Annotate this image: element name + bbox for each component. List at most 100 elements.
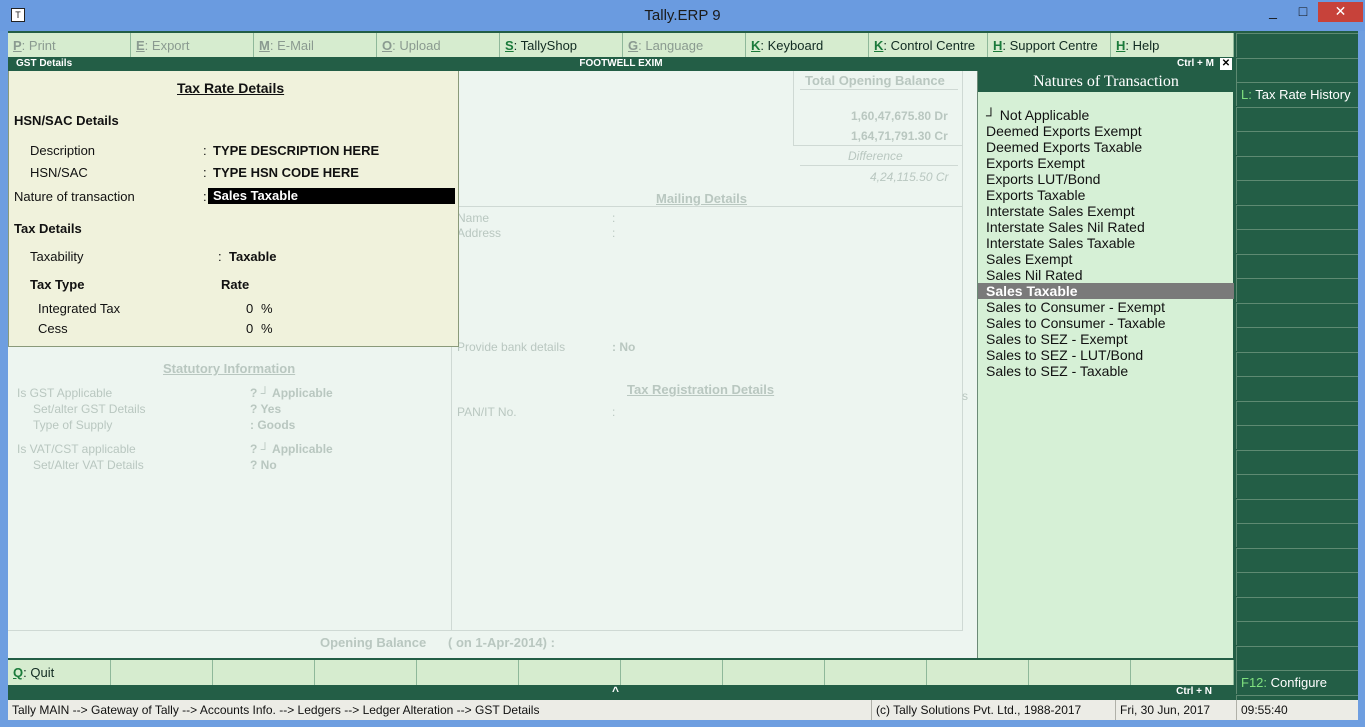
bottom-bar-button[interactable] xyxy=(723,660,825,685)
right-panel-button[interactable] xyxy=(1236,33,1358,57)
right-panel-button[interactable] xyxy=(1236,327,1358,351)
right-panel-button[interactable] xyxy=(1236,449,1358,474)
cess-unit: % xyxy=(261,321,273,336)
close-screen-icon[interactable]: ✕ xyxy=(1220,58,1232,70)
stray-text: s xyxy=(962,389,968,403)
bottom-bar-button[interactable] xyxy=(417,660,519,685)
bottom-bar-button[interactable] xyxy=(315,660,417,685)
right-panel-button[interactable] xyxy=(1236,57,1358,82)
quit-button[interactable]: Q: Quit xyxy=(8,660,111,685)
right-panel-button[interactable] xyxy=(1236,498,1358,523)
nature-list-item[interactable]: Deemed Exports Exempt xyxy=(986,123,1142,139)
breadcrumb: Tally MAIN --> Gateway of Tally --> Acco… xyxy=(12,703,540,717)
topbar-button[interactable]: K: Keyboard xyxy=(746,33,869,58)
hsn-sac-field[interactable]: TYPE HSN CODE HERE xyxy=(213,165,359,180)
nature-list-item[interactable]: Interstate Sales Exempt xyxy=(986,203,1135,219)
right-panel-button[interactable] xyxy=(1236,645,1358,670)
right-panel-button[interactable] xyxy=(1236,253,1358,278)
topbar-button[interactable]: H: Support Centre xyxy=(988,33,1111,58)
minimize-button[interactable]: _ xyxy=(1258,2,1288,22)
right-panel-button[interactable] xyxy=(1236,131,1358,155)
nature-list-item[interactable]: Sales Taxable xyxy=(978,283,1234,299)
close-window-button[interactable]: ✕ xyxy=(1318,2,1363,22)
bottom-bar-button[interactable] xyxy=(213,660,315,685)
right-panel-button[interactable] xyxy=(1236,547,1358,572)
right-panel-button[interactable] xyxy=(1236,278,1358,302)
topbar-button[interactable]: K: Control Centre xyxy=(869,33,988,58)
ctrl-n-hint: Ctrl + N xyxy=(1176,686,1212,697)
bottom-bar-button[interactable] xyxy=(621,660,723,685)
right-panel-button[interactable] xyxy=(1236,376,1358,400)
right-panel-button[interactable] xyxy=(1236,425,1358,449)
right-panel-button[interactable] xyxy=(1236,180,1358,204)
bottom-bar-button[interactable] xyxy=(927,660,1029,685)
nature-list-item[interactable]: Interstate Sales Taxable xyxy=(986,235,1135,251)
name-colon: : xyxy=(612,211,616,225)
bottom-bar-button[interactable] xyxy=(519,660,621,685)
right-panel-button[interactable] xyxy=(1236,106,1358,131)
quit-label: : Quit xyxy=(23,665,55,680)
topbar-button[interactable]: P: Print xyxy=(8,33,131,58)
right-panel-button[interactable] xyxy=(1236,523,1358,547)
nature-of-transaction-field[interactable]: Sales Taxable xyxy=(208,188,455,204)
right-panel-button[interactable] xyxy=(1236,474,1358,498)
nature-list-item[interactable]: Exports Taxable xyxy=(986,187,1085,203)
right-panel-button[interactable] xyxy=(1236,302,1358,327)
nature-list-item[interactable]: Sales Nil Rated xyxy=(986,267,1083,283)
nature-list-item[interactable]: Sales to Consumer - Taxable xyxy=(986,315,1166,331)
nature-list-item[interactable]: Exports LUT/Bond xyxy=(986,171,1100,187)
nature-list-item[interactable]: Deemed Exports Taxable xyxy=(986,139,1142,155)
name-label: Name xyxy=(457,211,490,225)
bottom-bar-button[interactable] xyxy=(825,660,927,685)
cess-rate[interactable]: 0 xyxy=(246,321,253,336)
bottom-bar-button[interactable] xyxy=(1131,660,1234,685)
taxability-field[interactable]: Taxable xyxy=(229,249,276,264)
natures-list-title: Natures of Transaction xyxy=(978,71,1234,92)
topbar-button[interactable]: G: Language xyxy=(623,33,746,58)
rate-header: Rate xyxy=(221,277,250,292)
nature-list-item[interactable]: Exports Exempt xyxy=(986,155,1085,171)
nature-list-item[interactable]: ┘ Not Applicable xyxy=(986,107,1089,123)
nature-list-item[interactable]: Sales to Consumer - Exempt xyxy=(986,299,1165,315)
topbar-button[interactable]: O: Upload xyxy=(377,33,500,58)
tax-rate-history-button[interactable]: L: Tax Rate History xyxy=(1236,82,1358,106)
configure-button[interactable]: F12: Configure xyxy=(1236,670,1358,694)
chevron-up-icon[interactable]: ^ xyxy=(612,684,619,698)
vat-applicable-label: Is VAT/CST applicable xyxy=(17,442,136,456)
right-panel-button[interactable] xyxy=(1236,400,1358,425)
difference-label: Difference xyxy=(848,149,903,163)
vat-applicable-value: ? ┘ Applicable xyxy=(250,442,333,456)
bottom-bar-button[interactable] xyxy=(111,660,213,685)
right-panel-button[interactable] xyxy=(1236,621,1358,645)
right-panel-button[interactable] xyxy=(1236,229,1358,253)
address-label: Address xyxy=(457,226,502,240)
integrated-tax-rate[interactable]: 0 xyxy=(246,301,253,316)
integrated-tax-unit: % xyxy=(261,301,273,316)
topbar-button[interactable]: E: Export xyxy=(131,33,254,58)
divider xyxy=(962,71,963,631)
nature-list-item[interactable]: Sales to SEZ - LUT/Bond xyxy=(986,347,1143,363)
shortcut-key: O xyxy=(382,38,393,53)
button-label: : Support Centre xyxy=(1002,38,1098,53)
right-panel-button[interactable] xyxy=(1236,204,1358,229)
bottom-bar-button[interactable] xyxy=(1029,660,1131,685)
right-panel-button[interactable] xyxy=(1236,572,1358,596)
topbar-button[interactable]: M: E-Mail xyxy=(254,33,377,58)
total-opening-balance-label: Total Opening Balance xyxy=(805,73,945,88)
right-panel-button[interactable] xyxy=(1236,351,1358,376)
topbar-button[interactable]: H: Help xyxy=(1111,33,1234,58)
description-field[interactable]: TYPE DESCRIPTION HERE xyxy=(213,143,379,158)
company-name: FOOTWELL EXIM xyxy=(579,58,663,69)
nature-list-item[interactable]: Sales Exempt xyxy=(986,251,1072,267)
nature-list-item[interactable]: Interstate Sales Nil Rated xyxy=(986,219,1145,235)
maximize-button[interactable]: □ xyxy=(1288,2,1318,22)
topbar-button[interactable]: S: TallyShop xyxy=(500,33,623,58)
nature-list-item[interactable]: Sales to SEZ - Taxable xyxy=(986,363,1128,379)
nature-list-item[interactable]: Sales to SEZ - Exempt xyxy=(986,331,1128,347)
tax-rate-details-panel: Tax Rate Details HSN/SAC Details Descrip… xyxy=(8,71,459,347)
gst-applicable-label: Is GST Applicable xyxy=(17,386,113,400)
right-panel-button[interactable] xyxy=(1236,596,1358,621)
difference-value: 4,24,115.50 Cr xyxy=(870,170,949,184)
nature-of-transaction-label: Nature of transaction xyxy=(14,189,135,204)
right-panel-button[interactable] xyxy=(1236,155,1358,180)
